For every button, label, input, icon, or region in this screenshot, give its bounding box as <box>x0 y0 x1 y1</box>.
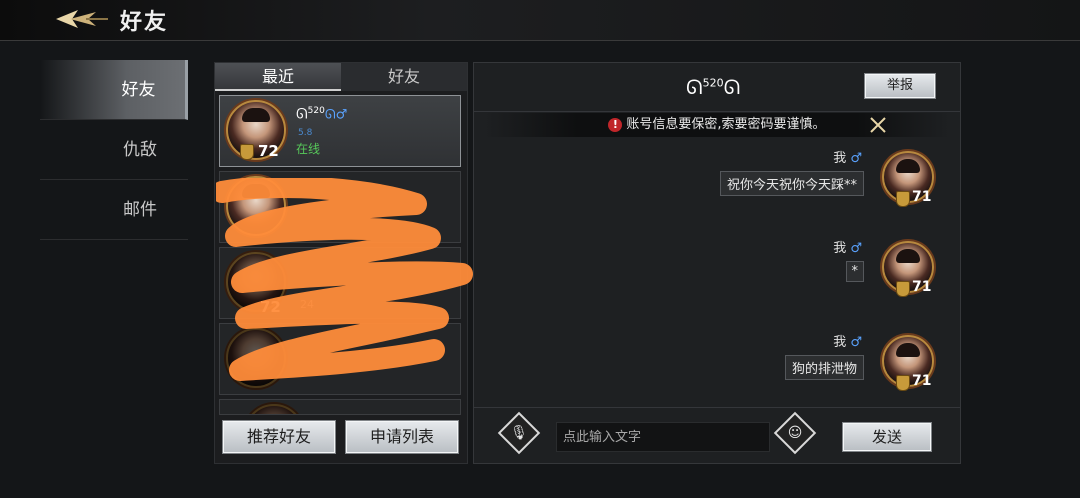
nav-item-friends[interactable]: 好友 <box>40 60 188 120</box>
chat-level: 71 <box>912 189 932 205</box>
level-shield-icon <box>240 144 254 160</box>
chat-text-input[interactable] <box>556 422 770 452</box>
friend-sub-text: 5.8 <box>298 128 313 138</box>
chat-avatar: 71 <box>882 241 934 297</box>
chat-level: 71 <box>912 373 932 389</box>
send-button[interactable]: 发送 <box>842 422 932 452</box>
redaction-scribble <box>216 178 473 381</box>
microphone-icon[interactable]: 🎙 <box>497 411 541 455</box>
level-shield-icon <box>896 281 910 297</box>
nav-item-mail[interactable]: 邮件 <box>40 180 188 240</box>
tab-friends[interactable]: 好友 <box>341 63 467 91</box>
tab-recent[interactable]: 最近 <box>215 63 341 91</box>
side-nav: 好友 仇敌 邮件 <box>40 60 188 240</box>
message-bubble: 祝你今天祝你今天踩** <box>719 171 864 196</box>
online-status: 在线 <box>296 142 321 156</box>
message-sender: 我 ♂ <box>833 335 862 350</box>
male-icon: ᘏ♂ <box>324 107 348 123</box>
chat-avatar: 71 <box>882 335 934 391</box>
message-bubble: * <box>845 261 864 282</box>
friend-requests-button[interactable]: 申请列表 <box>345 420 459 454</box>
chat-level: 71 <box>912 279 932 295</box>
friend-name: ᘏ520ᘏ♂ <box>296 106 348 123</box>
page-title: 好友 <box>120 9 169 35</box>
male-icon: ♂ <box>846 151 862 166</box>
chat-panel: ᘏ520ᘏ 举报 ! 账号信息要保密,索要密码要谨慎。 我 ♂ 祝你今天祝你今天踩… <box>473 62 961 464</box>
message-sender: 我 ♂ <box>833 241 862 256</box>
chat-header: ᘏ520ᘏ 举报 <box>474 63 960 112</box>
chat-input-bar: 🎙 ☺ 发送 <box>474 407 960 464</box>
chat-title: ᘏ520ᘏ <box>686 75 741 99</box>
level-shield-icon <box>896 375 910 391</box>
message-sender: 我 ♂ <box>833 151 862 166</box>
warning-icon: ! <box>608 117 623 132</box>
friend-card[interactable] <box>219 399 461 415</box>
emoji-icon[interactable]: ☺ <box>773 411 817 455</box>
friend-card[interactable]: 72 ᘏ520ᘏ♂ 5.8 在线 <box>219 95 461 167</box>
message-bubble: 狗的排泄物 <box>784 355 864 380</box>
avatar <box>244 404 304 414</box>
friend-level: 72 <box>258 142 279 160</box>
close-warning-icon[interactable] <box>868 115 888 135</box>
recommend-friends-button[interactable]: 推荐好友 <box>222 420 336 454</box>
top-bar: 好友 <box>0 0 1080 41</box>
report-button[interactable]: 举报 <box>864 73 936 99</box>
friend-tabs: 最近 好友 <box>215 63 467 91</box>
chat-avatar: 71 <box>882 151 934 207</box>
male-icon: ♂ <box>846 241 862 256</box>
back-arrow-icon[interactable] <box>56 8 108 30</box>
level-shield-icon <box>896 191 910 207</box>
male-icon: ♂ <box>846 335 862 350</box>
nav-item-enemies[interactable]: 仇敌 <box>40 120 188 180</box>
